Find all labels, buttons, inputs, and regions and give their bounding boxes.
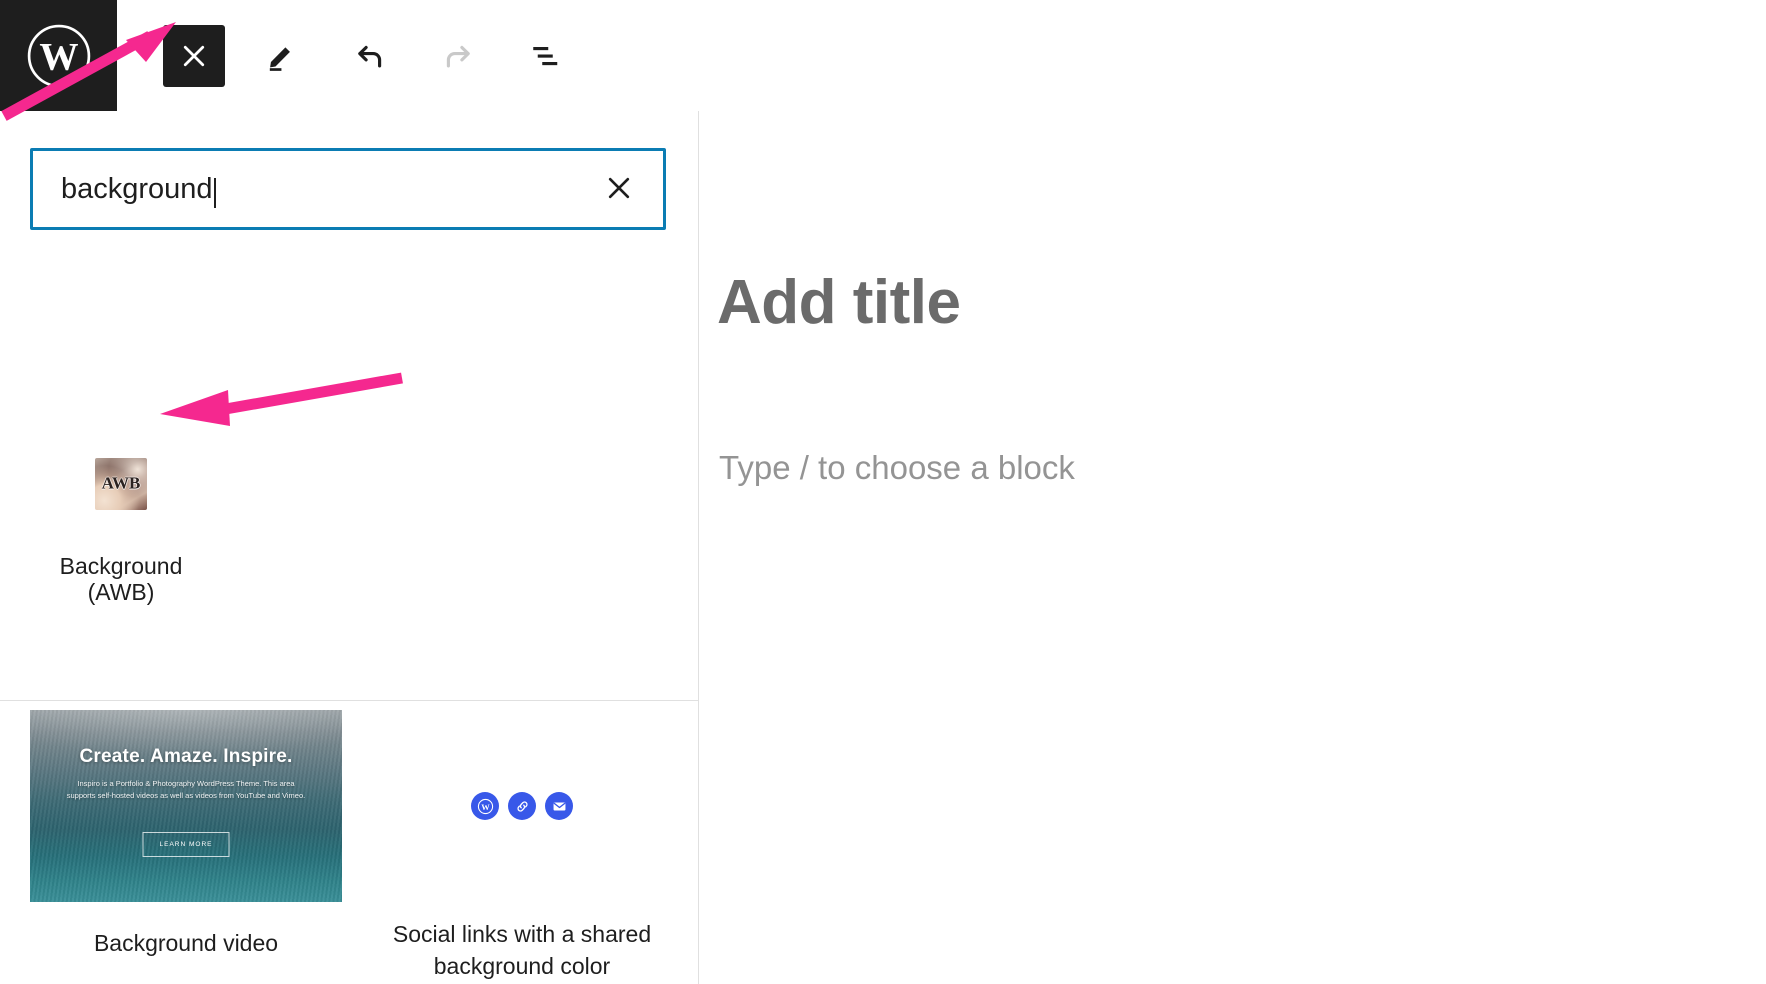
block-label-line1: Background [59,553,183,579]
close-x-icon [603,172,635,207]
text-cursor [213,178,216,208]
pattern-label-line1: Social links with a shared [392,921,652,947]
wordpress-logo-button[interactable]: W [0,0,117,111]
background-video-preview: Create. Amaze. Inspire. Inspiro is a Por… [30,710,342,902]
pencil-edit-icon [265,39,299,73]
toolbar-button-group [117,0,577,111]
block-inserter-panel: background AWB Background (AWB) Create. … [0,111,699,984]
block-search-wrapper: background [30,148,666,230]
undo-arrow-icon [352,38,388,74]
mail-envelope-icon [545,792,573,820]
wordpress-block-editor: W background AWB Background (AWB) Create… [0,0,1766,984]
social-links-pattern[interactable]: W Social links with a shared background … [366,710,678,982]
redo-arrow-icon [440,38,476,74]
undo-button[interactable] [339,25,401,87]
editor-top-toolbar: W [0,0,1766,111]
wordpress-icon: W [471,792,499,820]
link-chain-icon [508,792,536,820]
awb-thumbnail-label: AWB [101,473,141,493]
block-label-line2: (AWB) [87,578,155,605]
inserter-section-plugin-blocks: AWB Background (AWB) [0,441,698,701]
pattern-label-line2: background color [433,952,611,979]
redo-button[interactable] [427,25,489,87]
post-editor-canvas: Add title Type / to choose a block [700,111,1766,984]
wordpress-logo-icon: W [26,23,92,89]
post-body-block[interactable]: Type / to choose a block [719,451,1075,484]
social-links-preview: W [366,710,678,902]
pattern-label: Background video [93,930,279,956]
preview-headline: Create. Amaze. Inspire. [79,746,293,767]
list-view-icon [528,38,564,74]
search-input-value: background [61,172,213,205]
clear-search-button[interactable] [597,167,641,211]
close-inserter-button[interactable] [163,24,225,87]
list-view-button[interactable] [515,25,577,87]
background-video-pattern[interactable]: Create. Amaze. Inspire. Inspiro is a Por… [30,710,342,957]
inserter-section-patterns: Create. Amaze. Inspire. Inspiro is a Por… [0,702,698,984]
preview-subtext: Inspiro is a Portfolio & Photography Wor… [66,779,306,801]
background-awb-block[interactable]: AWB Background (AWB) [56,458,186,606]
edit-mode-button[interactable] [251,25,313,87]
svg-text:W: W [481,801,490,811]
block-search-input[interactable]: background [30,148,666,230]
close-x-icon [179,41,209,71]
post-title-input[interactable]: Add title [717,272,961,334]
awb-thumbnail-icon: AWB [95,458,147,510]
preview-learn-more-button: LEARN MORE [142,832,230,857]
svg-text:W: W [39,35,78,78]
